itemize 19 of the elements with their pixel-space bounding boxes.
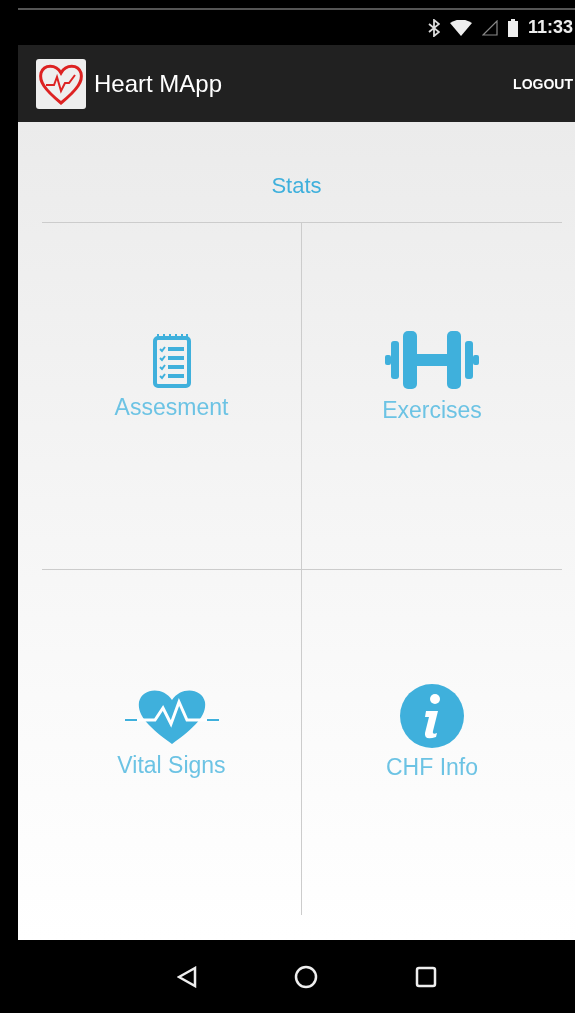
battery-icon bbox=[507, 18, 518, 37]
tile-label[interactable]: Vital Signs bbox=[117, 752, 226, 779]
signal-icon bbox=[481, 19, 498, 36]
wifi-icon bbox=[449, 19, 472, 36]
logout-button[interactable]: LOGOUT bbox=[513, 75, 573, 92]
bluetooth-icon bbox=[427, 18, 440, 37]
info-icon bbox=[400, 684, 464, 748]
section-title: Stats bbox=[270, 172, 323, 200]
heart-logo-icon bbox=[36, 58, 86, 109]
dumbbell-icon bbox=[385, 328, 479, 391]
app-title: Heart MApp bbox=[94, 69, 224, 98]
tile-label[interactable]: Assesment bbox=[114, 393, 229, 421]
home-icon[interactable] bbox=[293, 964, 318, 989]
tile-label[interactable]: CHF Info bbox=[386, 754, 478, 781]
recent-apps-icon[interactable] bbox=[414, 965, 437, 988]
back-icon[interactable] bbox=[176, 965, 197, 988]
clipboard-icon bbox=[151, 331, 192, 388]
tile-label[interactable]: Exercises bbox=[382, 396, 482, 424]
clock-time: 11:33 bbox=[527, 17, 573, 38]
